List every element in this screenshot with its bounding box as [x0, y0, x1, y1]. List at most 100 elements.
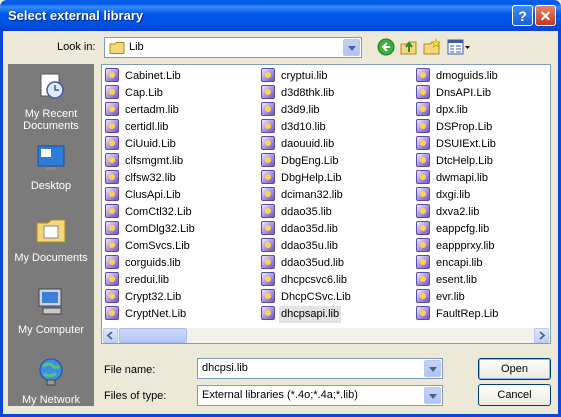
file-item[interactable]: DtcHelp.Lib — [416, 153, 500, 170]
file-item-label: dxva2.lib — [436, 206, 480, 218]
up-folder-icon[interactable] — [400, 38, 418, 56]
file-item[interactable]: dwmapi.lib — [416, 170, 500, 187]
file-item[interactable]: DhcpCSvc.Lib — [261, 289, 353, 306]
scroll-left-button[interactable] — [103, 328, 118, 343]
library-file-icon — [416, 204, 430, 218]
library-file-icon — [105, 187, 119, 201]
back-icon[interactable] — [377, 38, 395, 56]
file-item-label: CiUuid.Lib — [125, 138, 176, 150]
file-item[interactable]: dciman32.lib — [261, 187, 353, 204]
recent-documents-icon — [40, 73, 64, 99]
file-item[interactable]: dxgi.lib — [416, 187, 500, 204]
place-desktop[interactable]: Desktop — [8, 142, 94, 192]
file-item-label: DSProp.Lib — [436, 121, 493, 133]
file-item[interactable]: ComCtl32.Lib — [105, 204, 197, 221]
file-item[interactable]: Cap.Lib — [105, 85, 197, 102]
file-item-label: ddao35d.lib — [281, 223, 338, 235]
horizontal-scrollbar[interactable] — [103, 328, 549, 343]
library-file-icon — [261, 238, 275, 252]
files-of-type-combo[interactable]: External libraries (*.4o;*.4a;*.lib) — [197, 385, 443, 406]
file-item[interactable]: d3d9.lib — [261, 102, 353, 119]
help-button[interactable]: ? — [512, 5, 533, 26]
file-item[interactable]: clfsw32.lib — [105, 170, 197, 187]
file-item[interactable]: eappprxy.lib — [416, 238, 500, 255]
file-item-label: eappprxy.lib — [436, 240, 495, 252]
library-file-icon — [261, 85, 275, 99]
file-item[interactable]: eappcfg.lib — [416, 221, 500, 238]
library-file-icon — [105, 153, 119, 167]
file-item[interactable]: Crypt32.Lib — [105, 289, 197, 306]
library-file-icon — [105, 272, 119, 286]
file-list[interactable]: Cabinet.Lib Cap.Lib certadm.lib certidl.lib… — [101, 64, 551, 344]
place-my-recent-documents[interactable]: My Recent Documents — [8, 70, 94, 132]
view-menu-icon[interactable] — [447, 38, 471, 56]
file-item[interactable]: CryptNet.Lib — [105, 306, 197, 323]
file-item[interactable]: DSUIExt.Lib — [416, 136, 500, 153]
file-item[interactable]: dmoguids.lib — [416, 68, 500, 85]
library-file-icon — [261, 68, 275, 82]
place-my-computer[interactable]: My Computer — [8, 286, 94, 336]
file-item[interactable]: CiUuid.Lib — [105, 136, 197, 153]
file-item[interactable]: DbgHelp.Lib — [261, 170, 353, 187]
library-file-icon — [261, 272, 275, 286]
library-file-icon — [261, 187, 275, 201]
cancel-button[interactable]: Cancel — [478, 384, 551, 406]
file-item[interactable]: d3d10.lib — [261, 119, 353, 136]
file-item[interactable]: ddao35.lib — [261, 204, 353, 221]
place-label: My Network — [21, 394, 81, 406]
file-item[interactable]: ddao35d.lib — [261, 221, 353, 238]
file-item[interactable]: Cabinet.Lib — [105, 68, 197, 85]
library-file-icon — [105, 136, 119, 150]
file-item[interactable]: DbgEng.Lib — [261, 153, 353, 170]
file-item[interactable]: daouuid.lib — [261, 136, 353, 153]
file-item[interactable]: cryptui.lib — [261, 68, 353, 85]
file-item[interactable]: ComSvcs.Lib — [105, 238, 197, 255]
file-item-label: DhcpCSvc.Lib — [281, 291, 351, 303]
file-column: cryptui.lib d3d8thk.lib d3d9.lib d3d10.lib d… — [261, 68, 353, 323]
files-of-type-dropdown-button[interactable] — [424, 387, 441, 404]
look-in-dropdown-button[interactable] — [343, 39, 360, 56]
file-item[interactable]: certadm.lib — [105, 102, 197, 119]
file-item-label: esent.lib — [436, 274, 477, 286]
library-file-icon — [416, 68, 430, 82]
desktop-icon — [37, 145, 65, 170]
file-name-dropdown-button[interactable] — [424, 360, 441, 377]
file-item[interactable]: evr.lib — [416, 289, 500, 306]
file-item[interactable]: esent.lib — [416, 272, 500, 289]
file-item[interactable]: ClusApi.Lib — [105, 187, 197, 204]
file-item[interactable]: DSProp.Lib — [416, 119, 500, 136]
files-of-type-value: External libraries (*.4o;*.4a;*.lib) — [202, 389, 358, 401]
close-button[interactable]: ✕ — [535, 5, 556, 26]
file-item[interactable]: dhcpcsvc6.lib — [261, 272, 353, 289]
open-button[interactable]: Open — [478, 358, 551, 380]
file-item[interactable]: ComDlg32.Lib — [105, 221, 197, 238]
scroll-right-button[interactable] — [534, 328, 549, 343]
scroll-thumb[interactable] — [119, 328, 187, 343]
library-file-icon — [416, 136, 430, 150]
file-name-input[interactable]: dhcpsi.lib — [202, 362, 248, 374]
file-name-combo[interactable]: dhcpsi.lib — [197, 358, 443, 379]
file-item[interactable]: dxva2.lib — [416, 204, 500, 221]
place-my-documents[interactable]: My Documents — [8, 214, 94, 264]
file-item-label: ComDlg32.Lib — [125, 223, 195, 235]
file-item[interactable]: credui.lib — [105, 272, 197, 289]
file-item[interactable]: d3d8thk.lib — [261, 85, 353, 102]
file-item[interactable]: ddao35u.lib — [261, 238, 353, 255]
file-item-label: daouuid.lib — [281, 138, 335, 150]
file-column: dmoguids.lib DnsAPI.Lib dpx.lib DSProp.Lib D… — [416, 68, 500, 323]
file-item-label: clfsmgmt.lib — [125, 155, 184, 167]
file-item[interactable]: certidl.lib — [105, 119, 197, 136]
place-my-network[interactable]: My Network — [8, 356, 94, 406]
file-item[interactable]: encapi.lib — [416, 255, 500, 272]
file-item[interactable]: DnsAPI.Lib — [416, 85, 500, 102]
file-item[interactable]: corguids.lib — [105, 255, 197, 272]
library-file-icon — [416, 272, 430, 286]
file-item[interactable]: dhcpsapi.lib — [261, 306, 353, 323]
file-item[interactable]: FaultRep.Lib — [416, 306, 500, 323]
look-in-combo[interactable]: Lib — [104, 37, 362, 58]
new-folder-icon[interactable] — [423, 38, 441, 56]
file-item[interactable]: clfsmgmt.lib — [105, 153, 197, 170]
library-file-icon — [105, 68, 119, 82]
file-item[interactable]: ddao35ud.lib — [261, 255, 353, 272]
file-item[interactable]: dpx.lib — [416, 102, 500, 119]
